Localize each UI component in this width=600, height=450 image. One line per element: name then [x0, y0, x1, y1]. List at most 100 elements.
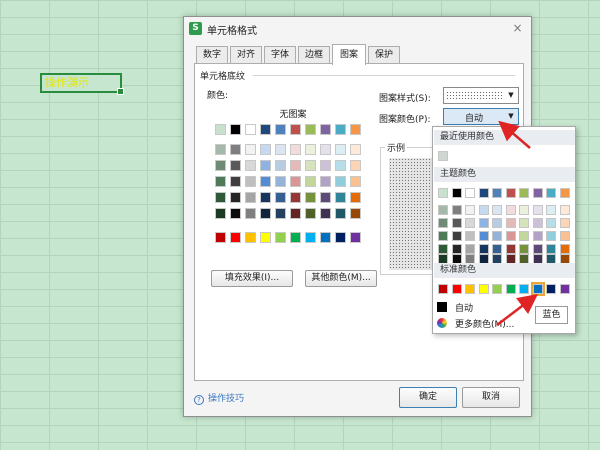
theme-color-swatch[interactable] [478, 205, 489, 215]
color-swatch[interactable] [335, 192, 346, 203]
theme-color-swatch[interactable] [492, 188, 502, 198]
standard-color-swatch[interactable] [438, 284, 448, 294]
color-swatch[interactable] [305, 160, 316, 171]
standard-color-swatch[interactable] [478, 284, 489, 294]
color-swatch[interactable] [350, 176, 361, 187]
standard-color-swatch[interactable] [465, 284, 475, 294]
color-swatch[interactable] [230, 124, 241, 135]
color-swatch[interactable] [320, 192, 331, 203]
close-icon[interactable]: × [510, 21, 525, 35]
color-swatch[interactable] [290, 124, 301, 135]
color-swatch[interactable] [305, 192, 316, 203]
theme-color-swatch[interactable] [478, 231, 489, 241]
color-swatch[interactable] [350, 144, 361, 155]
theme-color-swatch[interactable] [438, 218, 448, 228]
theme-color-swatch[interactable] [505, 231, 516, 241]
theme-color-swatch[interactable] [478, 188, 489, 198]
theme-color-swatch[interactable] [519, 188, 529, 198]
color-swatch[interactable] [245, 160, 256, 171]
theme-color-swatch[interactable] [451, 188, 462, 198]
standard-color-swatch[interactable] [260, 232, 271, 243]
standard-color-swatch[interactable] [530, 282, 545, 296]
color-swatch[interactable] [215, 144, 226, 155]
color-swatch[interactable] [350, 192, 361, 203]
color-swatch[interactable] [275, 192, 286, 203]
standard-color-swatch[interactable] [245, 232, 256, 243]
more-colors-item[interactable]: 更多颜色(M)... [437, 318, 514, 332]
standard-color-swatch[interactable] [215, 232, 226, 243]
theme-color-swatch[interactable] [546, 218, 556, 228]
color-swatch[interactable] [215, 192, 226, 203]
tips-link[interactable]: ? 操作技巧 [194, 391, 244, 405]
theme-color-swatch[interactable] [532, 205, 543, 215]
color-swatch[interactable] [305, 144, 316, 155]
theme-color-swatch[interactable] [438, 231, 448, 241]
pattern-style-select[interactable]: ▼ [443, 87, 519, 104]
pattern-color-select[interactable]: 自动 ▼ [443, 108, 519, 125]
color-swatch[interactable] [305, 124, 316, 135]
color-swatch[interactable] [335, 208, 346, 219]
color-swatch[interactable] [215, 124, 226, 135]
theme-color-swatch[interactable] [559, 244, 570, 254]
tab-border[interactable]: 边框 [298, 46, 330, 64]
color-swatch[interactable] [245, 176, 256, 187]
color-swatch[interactable] [260, 176, 271, 187]
theme-color-swatch[interactable] [492, 205, 502, 215]
theme-color-swatch[interactable] [546, 205, 556, 215]
theme-color-swatch[interactable] [519, 244, 529, 254]
color-swatch[interactable] [260, 144, 271, 155]
no-pattern-option[interactable]: 无图案 [213, 107, 373, 120]
theme-color-swatch[interactable] [451, 231, 462, 241]
theme-color-swatch[interactable] [559, 205, 570, 215]
color-swatch[interactable] [335, 124, 346, 135]
theme-color-swatch[interactable] [532, 244, 543, 254]
color-swatch[interactable] [290, 176, 301, 187]
theme-color-swatch[interactable] [465, 188, 475, 198]
standard-color-swatch[interactable] [275, 232, 286, 243]
color-swatch[interactable] [260, 192, 271, 203]
theme-color-swatch[interactable] [478, 244, 489, 254]
color-swatch[interactable] [350, 160, 361, 171]
standard-color-swatch[interactable] [505, 284, 516, 294]
color-swatch[interactable] [320, 124, 331, 135]
standard-color-swatch[interactable] [350, 232, 361, 243]
color-swatch[interactable] [230, 208, 241, 219]
color-swatch[interactable] [215, 208, 226, 219]
cancel-button[interactable]: 取消 [462, 387, 520, 408]
theme-color-swatch[interactable] [492, 231, 502, 241]
color-swatch[interactable] [305, 176, 316, 187]
theme-color-swatch[interactable] [505, 218, 516, 228]
color-swatch[interactable] [335, 160, 346, 171]
color-swatch[interactable] [275, 144, 286, 155]
standard-color-swatch[interactable] [451, 284, 462, 294]
auto-color-item[interactable]: 自动 [437, 302, 473, 316]
color-swatch[interactable] [245, 124, 256, 135]
color-swatch[interactable] [215, 176, 226, 187]
standard-color-swatch[interactable] [559, 284, 570, 294]
color-swatch[interactable] [320, 208, 331, 219]
theme-color-swatch[interactable] [492, 218, 502, 228]
color-swatch[interactable] [350, 208, 361, 219]
theme-color-swatch[interactable] [519, 205, 529, 215]
color-swatch[interactable] [275, 160, 286, 171]
theme-color-swatch[interactable] [438, 244, 448, 254]
theme-color-swatch[interactable] [505, 244, 516, 254]
theme-color-swatch[interactable] [438, 205, 448, 215]
color-swatch[interactable] [320, 160, 331, 171]
theme-color-swatch[interactable] [465, 231, 475, 241]
standard-color-swatch[interactable] [230, 232, 241, 243]
theme-color-swatch[interactable] [546, 231, 556, 241]
tab-pattern[interactable]: 图案 [332, 44, 366, 65]
standard-color-swatch[interactable] [305, 232, 316, 243]
color-swatch[interactable] [305, 208, 316, 219]
color-swatch[interactable] [320, 176, 331, 187]
color-swatch[interactable] [245, 192, 256, 203]
standard-color-swatch[interactable] [519, 284, 529, 294]
theme-color-swatch[interactable] [451, 244, 462, 254]
fill-effects-button[interactable]: 填充效果(I)... [211, 270, 293, 287]
theme-color-swatch[interactable] [465, 218, 475, 228]
color-swatch[interactable] [245, 208, 256, 219]
theme-color-swatch[interactable] [505, 188, 516, 198]
color-swatch[interactable] [335, 144, 346, 155]
color-swatch[interactable] [290, 208, 301, 219]
